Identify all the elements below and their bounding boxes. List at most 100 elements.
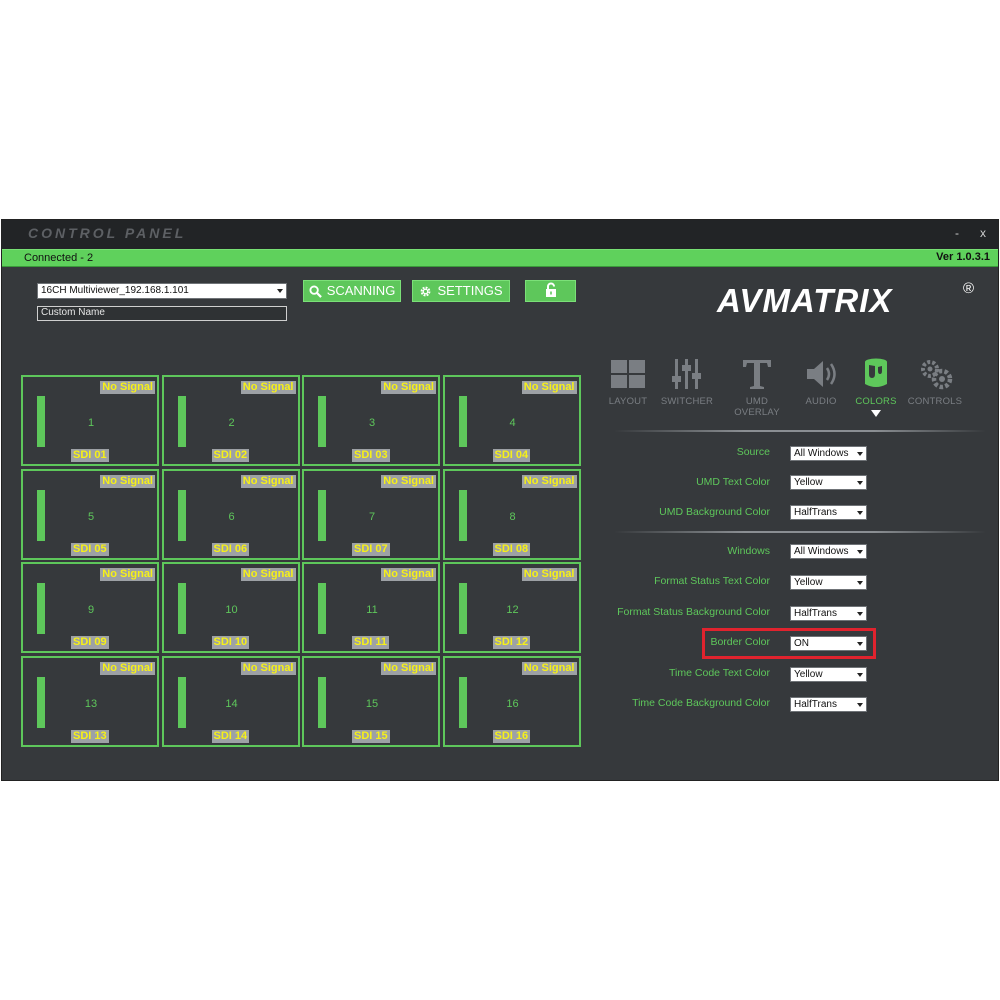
border-color-label: Border Color — [710, 636, 770, 648]
tab-label: SWITCHER — [660, 396, 714, 407]
settings-button[interactable]: SETTINGS — [412, 280, 510, 302]
window-number: 3 — [368, 417, 376, 429]
format-status-text-color-select[interactable]: Yellow — [790, 575, 867, 590]
multiview-window[interactable]: No Signal 4 SDI 04 — [442, 375, 581, 466]
time-code-background-color-select[interactable]: HalfTrans — [790, 697, 867, 712]
search-icon — [309, 285, 322, 298]
multiview-window[interactable]: No Signal 13 SDI 13 — [21, 655, 159, 747]
chevron-down-icon — [857, 550, 863, 554]
audio-icon — [807, 361, 836, 387]
signal-status: No Signal — [100, 474, 155, 488]
multiview-window[interactable]: No Signal 2 SDI 02 — [161, 375, 300, 466]
multiview-window[interactable]: No Signal 14 SDI 14 — [161, 655, 300, 747]
umd-background-color-select[interactable]: HalfTrans — [790, 505, 867, 520]
time-code-text-color-label: Time Code Text Color — [669, 667, 770, 679]
tab-umd-overlay[interactable]: UMD OVERLAY — [724, 354, 790, 418]
multiview-window[interactable]: No Signal 8 SDI 08 — [442, 468, 581, 560]
signal-status: No Signal — [381, 568, 436, 581]
format-status-background-color-select[interactable]: HalfTrans — [790, 606, 867, 621]
source-select[interactable]: All Windows — [790, 446, 867, 461]
multiview-window[interactable]: No Signal 9 SDI 09 — [21, 562, 159, 653]
signal-status: No Signal — [100, 661, 155, 675]
tab-label: UMD OVERLAY — [734, 396, 780, 418]
divider — [614, 430, 986, 432]
chevron-down-icon — [857, 612, 863, 616]
signal-status: No Signal — [381, 661, 436, 675]
multiview-window[interactable]: No Signal 10 SDI 10 — [161, 562, 300, 653]
chevron-down-icon — [857, 581, 863, 585]
window-number: 1 — [87, 417, 95, 429]
signal-status: No Signal — [240, 474, 296, 488]
tab-layout[interactable]: LAYOUT — [599, 354, 657, 407]
tab-label: COLORS — [855, 396, 897, 407]
window-source-label: SDI 02 — [211, 449, 250, 462]
multiview-window[interactable]: No Signal 16 SDI 16 — [442, 655, 581, 747]
tab-colors[interactable]: COLORS — [847, 354, 905, 407]
window-number: 9 — [87, 604, 95, 616]
signal-status: No Signal — [100, 568, 155, 581]
controls-icon — [921, 360, 953, 390]
window-number: 8 — [509, 510, 516, 523]
umd-text-color-select[interactable]: Yellow — [790, 475, 867, 490]
window-source-label: SDI 01 — [71, 449, 109, 462]
window-source-label: SDI 14 — [211, 729, 250, 743]
scanning-button[interactable]: SCANNING — [303, 280, 401, 302]
tab-controls[interactable]: CONTROLS — [906, 354, 964, 407]
active-tab-pointer — [871, 410, 881, 417]
connection-status: Connected - 2 — [24, 252, 94, 264]
umd-background-color-value: HalfTrans — [794, 507, 837, 518]
chevron-down-icon — [857, 452, 863, 456]
title-bar[interactable]: CONTROL PANEL - x — [2, 220, 998, 249]
status-bar: Connected - 2 Ver 1.0.3.1 — [2, 249, 998, 267]
multiview-window[interactable]: No Signal 5 SDI 05 — [21, 468, 159, 560]
format-status-text-color-label: Format Status Text Color — [654, 575, 770, 587]
window-source-label: SDI 12 — [492, 636, 531, 649]
signal-status: No Signal — [240, 568, 296, 581]
window-number: 2 — [228, 417, 235, 429]
multiview-grid: No Signal 1 SDI 01 No Signal 2 SDI 02 No Signa… — [21, 375, 583, 749]
signal-status: No Signal — [521, 474, 577, 488]
window-number: 15 — [365, 697, 379, 710]
chevron-down-icon — [277, 289, 283, 293]
windows-select[interactable]: All Windows — [790, 544, 867, 559]
custom-name-field[interactable]: Custom Name — [37, 306, 287, 321]
window-source-label: SDI 13 — [71, 729, 109, 743]
tab-label: CONTROLS — [907, 396, 963, 407]
control-panel-window: CONTROL PANEL - x Connected - 2 Ver 1.0.… — [1, 219, 999, 781]
window-source-label: SDI 10 — [211, 636, 250, 649]
time-code-background-color-value: HalfTrans — [794, 699, 837, 710]
window-title: CONTROL PANEL — [28, 225, 187, 241]
multiview-window[interactable]: No Signal 11 SDI 11 — [302, 562, 440, 653]
multiview-window[interactable]: No Signal 15 SDI 15 — [302, 655, 440, 747]
window-number: 7 — [368, 510, 376, 523]
chevron-down-icon — [857, 673, 863, 677]
avmatrix-logo: AVMATRIX — [717, 282, 893, 319]
scanning-label: SCANNING — [326, 283, 396, 298]
tab-audio[interactable]: AUDIO — [792, 354, 850, 407]
multiview-window[interactable]: No Signal 12 SDI 12 — [442, 562, 581, 653]
time-code-text-color-select[interactable]: Yellow — [790, 667, 867, 682]
windows-select-value: All Windows — [794, 546, 849, 557]
device-select[interactable]: 16CH Multiviewer_192.168.1.101 — [37, 283, 287, 299]
umd-text-color-value: Yellow — [794, 477, 823, 488]
colors-icon — [865, 358, 887, 387]
time-code-background-color-label: Time Code Background Color — [632, 697, 770, 709]
switcher-icon — [672, 359, 701, 389]
close-button[interactable]: x — [972, 224, 994, 244]
window-number: 10 — [225, 604, 238, 616]
chevron-down-icon — [857, 642, 863, 646]
umd-background-color-label: UMD Background Color — [659, 506, 770, 518]
signal-status: No Signal — [240, 661, 296, 675]
multiview-window[interactable]: No Signal 7 SDI 07 — [302, 468, 440, 560]
minimize-button[interactable]: - — [946, 224, 968, 244]
unlock-button[interactable] — [525, 280, 576, 302]
window-source-label: SDI 03 — [352, 449, 390, 462]
tab-switcher[interactable]: SWITCHER — [658, 354, 716, 407]
settings-label: SETTINGS — [437, 283, 503, 298]
windows-label: Windows — [727, 545, 770, 557]
multiview-window[interactable]: No Signal 6 SDI 06 — [161, 468, 300, 560]
multiview-window[interactable]: No Signal 3 SDI 03 — [302, 375, 440, 466]
window-source-label: SDI 04 — [492, 449, 531, 462]
border-color-select[interactable]: ON — [790, 636, 867, 651]
multiview-window[interactable]: No Signal 1 SDI 01 — [21, 375, 159, 466]
